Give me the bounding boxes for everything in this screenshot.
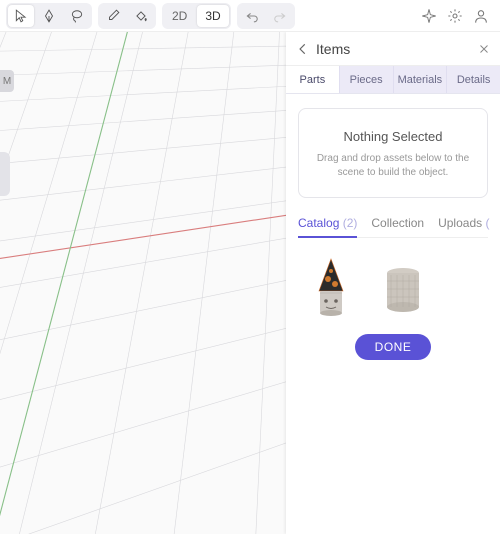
cursor-icon [14,9,28,23]
close-panel-button[interactable] [478,43,490,55]
close-icon [478,43,490,55]
user-icon [473,8,489,24]
tool-group-history [237,3,295,29]
subtab-collection[interactable]: Collection [371,216,424,237]
subtab-catalog-label: Catalog [298,216,339,230]
lasso-tool[interactable] [64,5,90,27]
done-button[interactable]: DONE [355,334,432,360]
tab-materials[interactable]: Materials [394,66,448,93]
tool-group-paint [98,3,156,29]
asset-item-cylinder[interactable] [376,254,430,322]
settings-button[interactable] [446,7,464,25]
chevron-left-icon [296,42,310,56]
cone-asset-icon [308,257,354,319]
subtab-catalog-count: (2) [343,216,358,230]
asset-item-cone[interactable] [304,254,358,322]
back-button[interactable] [296,42,310,56]
undo-button[interactable] [239,5,265,27]
pen-tool[interactable] [36,5,62,27]
lasso-icon [70,9,84,23]
mode-2d-button[interactable]: 2D [164,5,195,27]
tool-group-view: 2D 3D [162,3,231,29]
subtab-catalog[interactable]: Catalog (2) [298,216,357,238]
asset-grid [298,250,488,330]
asset-subtabs: Catalog (2) Collection Uploads ( [298,216,488,238]
undo-icon [245,9,259,23]
empty-title: Nothing Selected [311,129,475,144]
redo-icon [273,9,287,23]
tab-details[interactable]: Details [447,66,500,93]
empty-subtitle: Drag and drop assets below to the scene … [311,152,475,179]
empty-selection-card: Nothing Selected Drag and drop assets be… [298,108,488,198]
panel-tabs: Parts Pieces Materials Details [286,66,500,94]
subtab-uploads-count: ( [485,216,489,230]
sparkle-button[interactable] [420,7,438,25]
left-edge-handle[interactable] [0,152,10,196]
left-edge-tab[interactable]: M [0,70,14,92]
cursor-tool[interactable] [8,5,34,27]
panel-body: Nothing Selected Drag and drop assets be… [286,94,500,534]
pen-icon [42,9,56,23]
eyedropper-icon [106,9,120,23]
bucket-icon [134,9,148,23]
panel-header: Items [286,32,500,66]
subtab-uploads[interactable]: Uploads ( [438,216,489,237]
tab-pieces[interactable]: Pieces [340,66,394,93]
panel-title: Items [316,41,472,57]
subtab-uploads-label: Uploads [438,216,482,230]
tool-group-select [6,3,92,29]
items-panel: Items Parts Pieces Materials Details Not… [286,32,500,534]
tab-parts[interactable]: Parts [286,66,340,93]
cylinder-asset-icon [380,257,426,319]
viewport-3d[interactable]: M Items Parts Pieces Materials Details N… [0,32,500,534]
toolbar-right-icons [420,7,490,25]
sparkle-icon [421,8,437,24]
mode-3d-button[interactable]: 3D [197,5,228,27]
redo-button[interactable] [267,5,293,27]
account-button[interactable] [472,7,490,25]
top-toolbar: 2D 3D [0,0,500,32]
bucket-tool[interactable] [128,5,154,27]
eyedropper-tool[interactable] [100,5,126,27]
gear-icon [447,8,463,24]
